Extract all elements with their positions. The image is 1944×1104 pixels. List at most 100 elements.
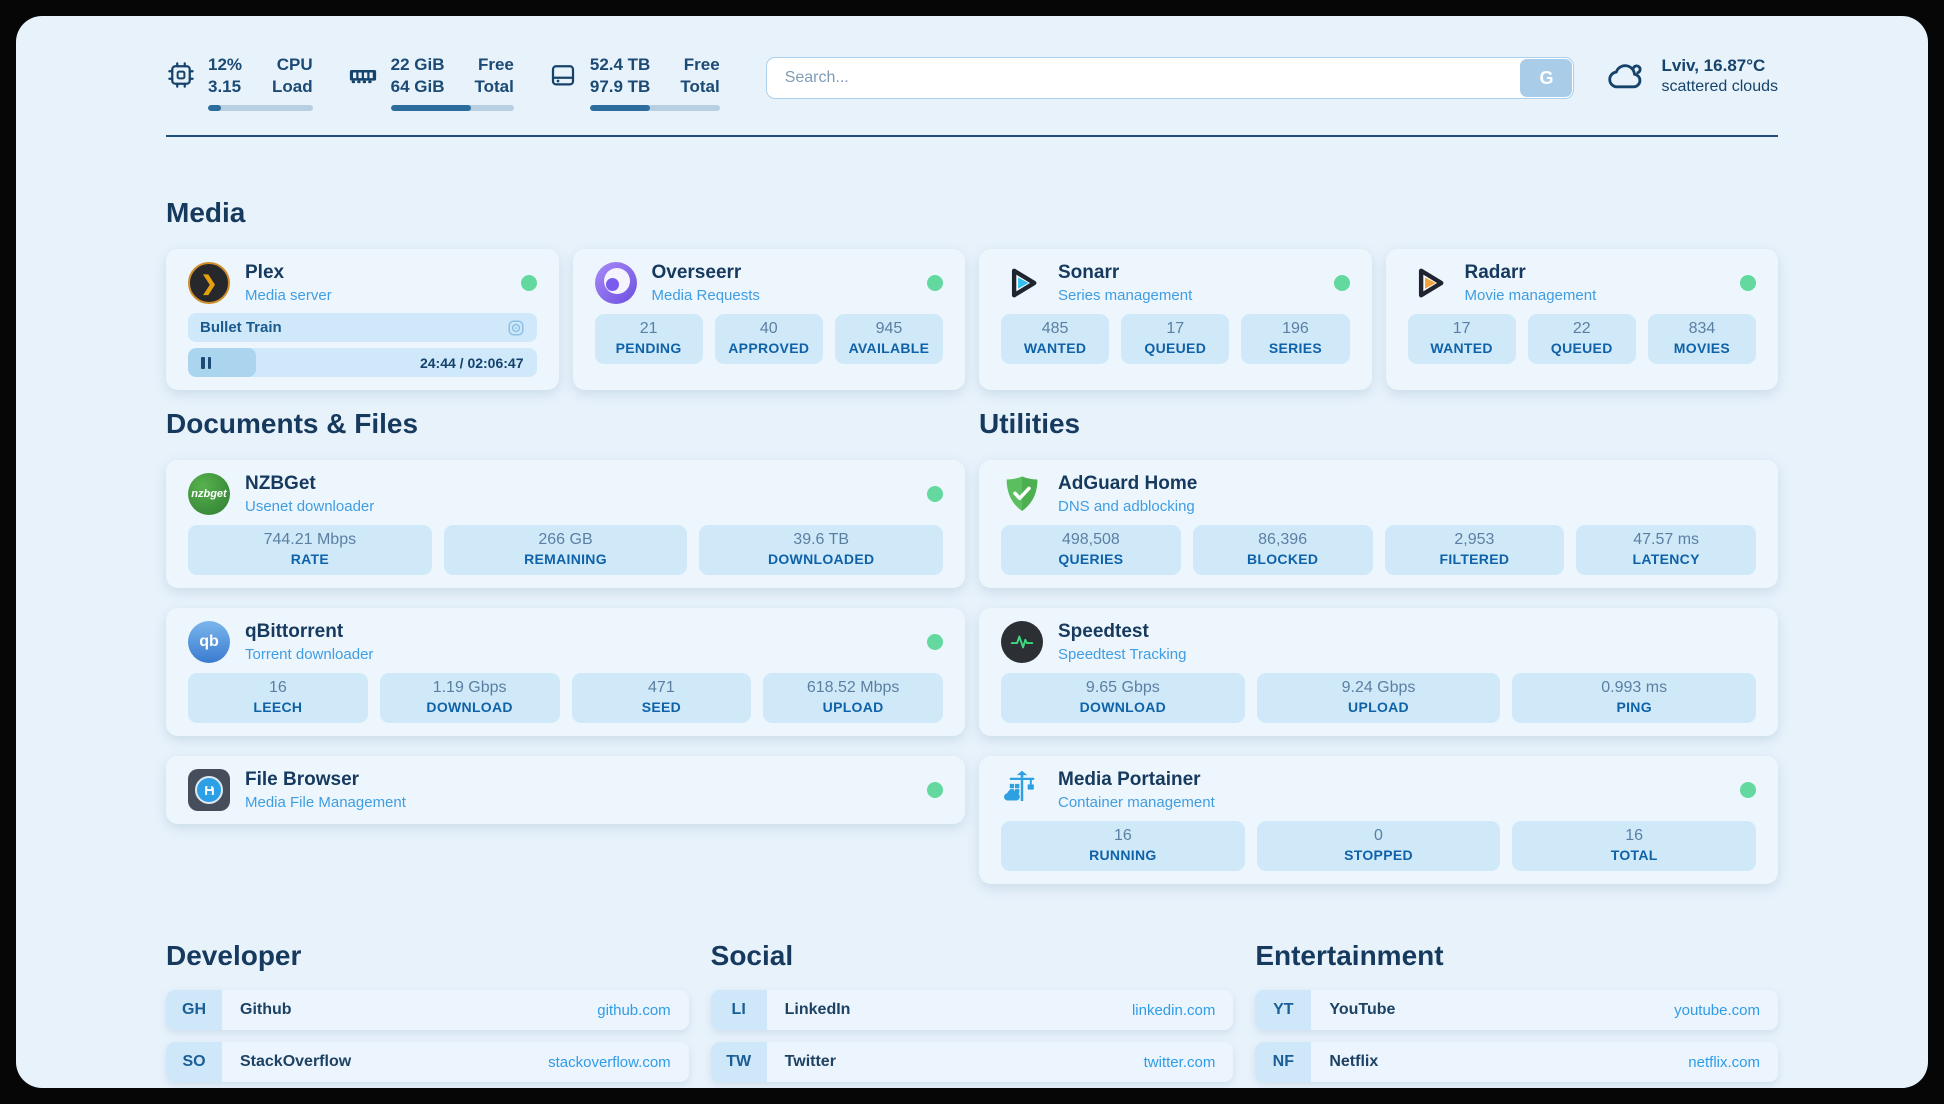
bookmark-row-stackoverflow[interactable]: SO StackOverflow stackoverflow.com [166, 1042, 689, 1082]
entertainment-bookmarks: Entertainment YT YouTube youtube.com NF … [1255, 940, 1778, 1088]
hard-drive-icon [548, 60, 578, 90]
radarr-icon [1408, 262, 1450, 304]
bookmark-label: YouTube [1311, 990, 1674, 1030]
service-card-qbittorrent[interactable]: qb qBittorrent Torrent downloader 16 LEE… [166, 608, 965, 736]
ram-icon [347, 60, 379, 90]
filebrowser-icon [188, 769, 230, 811]
disk-total-value: 97.9 TB [590, 76, 650, 98]
bookmark-row-youtube[interactable]: YT YouTube youtube.com [1255, 990, 1778, 1030]
sonarr-icon [1001, 262, 1043, 304]
stat-label: QUEUED [1532, 340, 1632, 356]
adguard-icon [1001, 473, 1043, 515]
stat-tile: 17 WANTED [1408, 314, 1516, 364]
playback-device-icon [507, 319, 525, 337]
bookmark-url: stackoverflow.com [548, 1042, 689, 1082]
cloud-icon [1604, 56, 1648, 96]
service-card-plex[interactable]: ❯ Plex Media server Bullet Train [166, 249, 559, 390]
section-title-utilities: Utilities [979, 408, 1778, 440]
stat-tile: 9.24 Gbps UPLOAD [1257, 673, 1501, 723]
stat-tile: 40 APPROVED [715, 314, 823, 364]
stat-label: SERIES [1245, 340, 1345, 356]
stat-tile: 945 AVAILABLE [835, 314, 943, 364]
service-card-sonarr[interactable]: Sonarr Series management 485 WANTED 17 Q… [979, 249, 1372, 390]
stat-label: LATENCY [1580, 551, 1752, 567]
service-card-portainer[interactable]: Media Portainer Container management 16 … [979, 756, 1778, 884]
bookmark-row-twitter[interactable]: TW Twitter twitter.com [711, 1042, 1234, 1082]
status-dot [1334, 275, 1350, 291]
search-bar: G [766, 57, 1575, 99]
stat-tile: 16 LEECH [188, 673, 368, 723]
stat-value: 16 [1516, 827, 1752, 845]
memory-metric: 22 GiB Free 64 GiB Total [347, 54, 514, 111]
qbittorrent-icon: qb [188, 621, 230, 663]
stat-label: TOTAL [1516, 847, 1752, 863]
service-title: Sonarr [1058, 262, 1319, 284]
bookmark-url: github.com [597, 990, 688, 1030]
stat-tile: 196 SERIES [1241, 314, 1349, 364]
service-card-adguard[interactable]: AdGuard Home DNS and adblocking 498,508 … [979, 460, 1778, 588]
weather-widget: Lviv, 16.87°C scattered clouds [1604, 56, 1778, 96]
service-title: Radarr [1465, 262, 1726, 284]
stat-label: QUERIES [1005, 551, 1177, 567]
middle-columns: Documents & Files nzbget NZBGet Usenet d… [166, 408, 1778, 884]
portainer-icon [1001, 769, 1043, 811]
stream-progress-fill [188, 348, 256, 377]
stat-tile: 21 PENDING [595, 314, 703, 364]
pause-icon [201, 357, 211, 369]
weather-condition: scattered clouds [1661, 78, 1778, 96]
service-card-radarr[interactable]: Radarr Movie management 17 WANTED 22 QUE… [1386, 249, 1779, 390]
speedtest-icon [1001, 621, 1043, 663]
stat-tile: 618.52 Mbps UPLOAD [763, 673, 943, 723]
bookmark-label: LinkedIn [767, 990, 1132, 1030]
dashboard-page: 12% CPU 3.15 Load 22 GiB Free [16, 16, 1928, 1088]
service-card-speedtest[interactable]: Speedtest Speedtest Tracking 9.65 Gbps D… [979, 608, 1778, 736]
bookmark-row-linkedin[interactable]: LI LinkedIn linkedin.com [711, 990, 1234, 1030]
bookmark-row-netflix[interactable]: NF Netflix netflix.com [1255, 1042, 1778, 1082]
stat-tile: 498,508 QUERIES [1001, 525, 1181, 575]
service-subtitle: Torrent downloader [245, 646, 912, 663]
memory-usage-bar-fill [391, 105, 471, 111]
stat-tile: 471 SEED [572, 673, 752, 723]
stat-tile: 16 RUNNING [1001, 821, 1245, 871]
stat-label: STOPPED [1261, 847, 1497, 863]
google-search-button[interactable]: G [1520, 59, 1572, 97]
bookmark-label: Github [222, 990, 597, 1030]
service-title: Speedtest [1058, 621, 1756, 643]
service-card-overseerr[interactable]: Overseerr Media Requests 21 PENDING 40 A… [573, 249, 966, 390]
service-subtitle: Movie management [1465, 287, 1726, 304]
stat-value: 86,396 [1197, 531, 1369, 549]
stat-label: WANTED [1412, 340, 1512, 356]
stat-tile: 485 WANTED [1001, 314, 1109, 364]
memory-label-top: Free [475, 54, 514, 76]
bookmark-abbr: LI [711, 990, 767, 1030]
bookmark-row-github[interactable]: GH Github github.com [166, 990, 689, 1030]
search-input[interactable] [766, 57, 1575, 99]
stat-label: MOVIES [1652, 340, 1752, 356]
section-title-documents: Documents & Files [166, 408, 965, 440]
stat-label: DOWNLOAD [384, 699, 556, 715]
stat-value: 945 [839, 320, 939, 338]
status-dot [521, 275, 537, 291]
disk-usage-bar-fill [590, 105, 650, 111]
stat-value: 2,953 [1389, 531, 1561, 549]
bookmark-url: youtube.com [1674, 990, 1778, 1030]
bookmark-abbr: GH [166, 990, 222, 1030]
status-dot [927, 634, 943, 650]
developer-bookmarks: Developer GH Github github.com SO StackO… [166, 940, 689, 1088]
stat-value: 16 [1005, 827, 1241, 845]
social-bookmarks: Social LI LinkedIn linkedin.com TW Twitt… [711, 940, 1234, 1088]
stat-tile: 0.993 ms PING [1512, 673, 1756, 723]
bookmark-label: Netflix [1311, 1042, 1688, 1082]
cpu-label-bottom: Load [272, 76, 313, 98]
service-card-nzbget[interactable]: nzbget NZBGet Usenet downloader 744.21 M… [166, 460, 965, 588]
memory-usage-bar [391, 105, 514, 111]
stat-label: RATE [192, 551, 428, 567]
service-card-filebrowser[interactable]: File Browser Media File Management [166, 756, 965, 824]
service-subtitle: Speedtest Tracking [1058, 646, 1756, 663]
cpu-label-top: CPU [272, 54, 313, 76]
stat-value: 0 [1261, 827, 1497, 845]
stat-tile: 17 QUEUED [1121, 314, 1229, 364]
stat-label: REMAINING [448, 551, 684, 567]
cpu-usage-bar-fill [208, 105, 221, 111]
stat-tile: 22 QUEUED [1528, 314, 1636, 364]
